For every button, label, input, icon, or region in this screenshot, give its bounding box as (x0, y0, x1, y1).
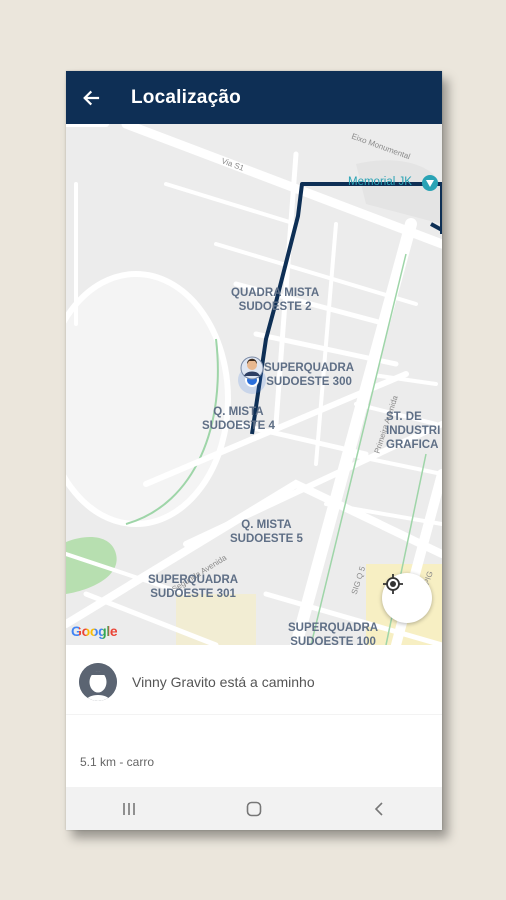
back-nav-icon (375, 801, 383, 816)
page-title: Localização (131, 86, 241, 108)
map-canvas (66, 124, 442, 645)
map-label-superquadra-301: SUPERQUADRA SUDOESTE 301 (148, 574, 239, 600)
system-nav-bar (66, 787, 442, 830)
back-nav-button[interactable] (359, 789, 399, 829)
back-button[interactable] (66, 71, 116, 124)
my-location-icon (383, 574, 403, 594)
bottom-sheet: Vinny Gravito está a caminho 5.1 km - ca… (66, 645, 442, 787)
google-logo: Google (71, 623, 118, 639)
recent-apps-button[interactable] (109, 789, 149, 829)
map-label-q-mista-5: Q. MISTA SUDOESTE 5 (230, 519, 303, 545)
driver-status-text: Vinny Gravito está a caminho (132, 674, 315, 690)
driver-row: Vinny Gravito está a caminho (79, 663, 315, 701)
recent-apps-icon (122, 802, 135, 815)
arrow-back-icon (83, 90, 100, 105)
app-bar: Localização (66, 71, 442, 124)
driver-avatar (79, 663, 117, 701)
map-label-quadra-mista-2: QUADRA MISTA SUDOESTE 2 (231, 287, 320, 313)
map-label-st-industrias: ST. DE INDUSTRI GRAFICA (386, 411, 441, 451)
my-location-button[interactable] (382, 573, 432, 623)
home-icon (246, 801, 262, 816)
phone-screen: Localização Eixo Monumental Via S1 Segun… (66, 71, 442, 830)
divider (66, 714, 442, 715)
map-label-q-mista-4: Q. MISTA SUDOESTE 4 (202, 406, 275, 432)
map-view[interactable]: Eixo Monumental Via S1 Segunda Avenida P… (66, 124, 442, 645)
map-label-superquadra-300: SUPERQUADRA SUDOESTE 300 (264, 362, 355, 388)
google-attribution: Google (71, 623, 118, 639)
home-button[interactable] (234, 789, 274, 829)
person-icon (79, 663, 117, 701)
map-label-superquadra-100: SUPERQUADRA SUDOESTE 100 (288, 622, 379, 645)
poi-memorial-jk[interactable]: Memorial JK (348, 176, 412, 188)
distance-text: 5.1 km - carro (80, 755, 155, 769)
